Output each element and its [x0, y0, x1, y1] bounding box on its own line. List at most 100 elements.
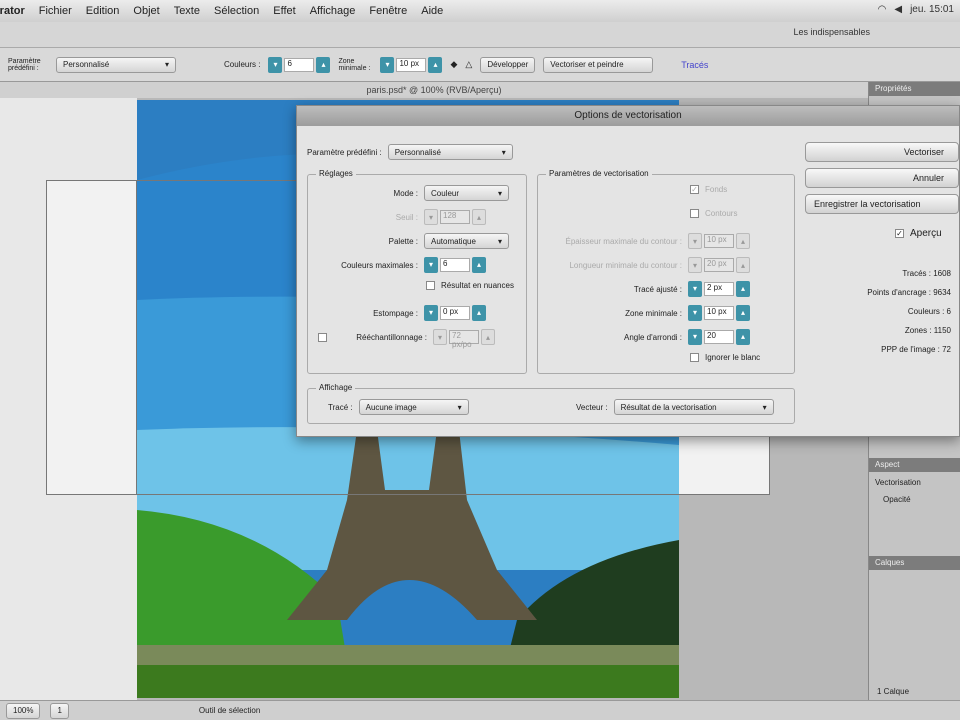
vector-select[interactable]: Résultat de la vectorisation ▾ — [613, 399, 774, 415]
decrement-icon[interactable]: ▾ — [688, 329, 702, 345]
min-area-value[interactable]: 10 px — [704, 306, 734, 320]
increment-icon[interactable]: ▴ — [472, 305, 486, 321]
preview-checkbox[interactable]: ✓ — [895, 229, 904, 238]
chevron-down-icon: ▾ — [497, 188, 502, 198]
preview-label: Aperçu — [910, 228, 942, 239]
ignore-white-checkbox[interactable] — [690, 353, 699, 362]
preset-select[interactable]: Personnalisé ▾ — [56, 56, 176, 73]
stat-paths: Tracés : 1608 — [902, 269, 951, 278]
zoom-select[interactable]: 100% — [6, 702, 41, 719]
decrement-icon[interactable]: ▾ — [688, 281, 702, 297]
corner-angle-stepper[interactable]: ▾ 20 ▴ — [688, 329, 750, 345]
fills-checkbox[interactable]: ✓ — [690, 185, 699, 194]
mode-select[interactable]: Couleur ▾ — [424, 185, 509, 201]
increment-icon[interactable]: ▴ — [428, 56, 443, 73]
min-stroke-stepper[interactable]: ▾ 20 px ▴ — [688, 257, 750, 273]
trace-button[interactable]: Vectoriser — [805, 142, 959, 162]
resample-value[interactable]: 72 px/po — [449, 330, 479, 349]
min-area-stepper[interactable]: ▾ 10 px ▴ — [380, 56, 443, 73]
chevron-down-icon: ▾ — [501, 147, 506, 157]
stat-anchors: Points d'ancrage : 9634 — [867, 288, 951, 297]
increment-icon[interactable]: ▴ — [736, 257, 750, 273]
fills-label: Fonds — [705, 185, 728, 194]
increment-icon[interactable]: ▴ — [736, 233, 750, 249]
workspace-switcher[interactable]: Les indispensables — [793, 27, 870, 37]
decrement-icon[interactable]: ▾ — [688, 233, 702, 249]
threshold-value[interactable]: 128 — [440, 210, 470, 224]
clock[interactable]: jeu. 15:01 — [910, 4, 954, 15]
appearance-item[interactable]: Vectorisation — [869, 472, 960, 493]
increment-icon[interactable]: ▴ — [481, 329, 495, 345]
max-stroke-value[interactable]: 10 px — [704, 234, 734, 248]
dialog-min-area-stepper[interactable]: ▾ 10 px ▴ — [688, 305, 750, 321]
threshold-stepper[interactable]: ▾ 128 ▴ — [424, 209, 486, 225]
decrement-icon[interactable]: ▾ — [424, 305, 438, 321]
increment-icon[interactable]: ▴ — [472, 209, 486, 225]
expand-button[interactable]: Développer — [480, 56, 536, 73]
menu-app[interactable]: Illustrator — [0, 5, 25, 17]
blur-value[interactable]: 0 px — [440, 306, 470, 320]
menu-fichier[interactable]: Fichier — [39, 5, 72, 17]
max-colors-stepper[interactable]: ▾ 6 ▴ — [424, 257, 486, 273]
corner-angle-label: Angle d'arrondi : — [623, 332, 682, 342]
panel-tab-properties[interactable]: Propriétés — [869, 82, 960, 96]
menu-affichage[interactable]: Affichage — [310, 5, 356, 17]
menu-fenetre[interactable]: Fenêtre — [369, 5, 407, 17]
palette-select[interactable]: Automatique ▾ — [424, 233, 509, 249]
menu-edition[interactable]: Edition — [86, 5, 120, 17]
page-select[interactable]: 1 — [50, 702, 69, 719]
decrement-icon[interactable]: ▾ — [424, 209, 438, 225]
preset-value: Personnalisé — [63, 60, 110, 69]
menu-objet[interactable]: Objet — [133, 5, 159, 17]
menu-selection[interactable]: Sélection — [214, 5, 259, 17]
paths-link[interactable]: Tracés — [681, 60, 708, 70]
min-stroke-value[interactable]: 20 px — [704, 258, 734, 272]
corner-angle-value[interactable]: 20 — [704, 330, 734, 344]
trace-settings-group: Paramètres de vectorisation ✓ Fonds Conto… — [537, 169, 795, 374]
dialog-title[interactable]: Options de vectorisation — [297, 106, 959, 126]
panel-tab-appearance[interactable]: Aspect — [869, 458, 960, 472]
blur-stepper[interactable]: ▾ 0 px ▴ — [424, 305, 486, 321]
dialog-preset-select[interactable]: Personnalisé ▾ — [387, 144, 513, 160]
raster-select[interactable]: Aucune image ▾ — [358, 399, 469, 415]
min-area-value[interactable]: 10 px — [396, 57, 427, 72]
max-colors-value[interactable]: 6 — [440, 258, 470, 272]
increment-icon[interactable]: ▴ — [736, 329, 750, 345]
wifi-icon[interactable]: ◠ — [878, 4, 887, 15]
tool-status[interactable]: Outil de sélection — [199, 706, 260, 715]
swatches-checkbox[interactable] — [426, 281, 435, 290]
panel-tab-layers[interactable]: Calques — [869, 556, 960, 570]
path-fit-value[interactable]: 2 px — [704, 282, 734, 296]
document-tab[interactable]: paris.psd* @ 100% (RVB/Aperçu) — [0, 82, 868, 98]
colors-stepper[interactable]: ▾ 6 ▴ — [268, 56, 331, 73]
menu-texte[interactable]: Texte — [174, 5, 200, 17]
increment-icon[interactable]: ▴ — [736, 305, 750, 321]
save-preset-button[interactable]: Enregistrer la vectorisation — [805, 194, 959, 214]
stat-ppi: PPP de l'image : 72 — [881, 345, 951, 354]
increment-icon[interactable]: ▴ — [316, 56, 331, 73]
raster-view-icon[interactable]: ◆ — [450, 59, 457, 70]
menu-aide[interactable]: Aide — [421, 5, 443, 17]
decrement-icon[interactable]: ▾ — [380, 56, 395, 73]
live-paint-button[interactable]: Vectoriser et peindre — [543, 56, 654, 73]
increment-icon[interactable]: ▴ — [736, 281, 750, 297]
strokes-checkbox[interactable] — [690, 209, 699, 218]
decrement-icon[interactable]: ▾ — [433, 329, 447, 345]
view-group: Affichage Tracé : Aucune image ▾ Vecteur :… — [307, 383, 795, 424]
decrement-icon[interactable]: ▾ — [424, 257, 438, 273]
decrement-icon[interactable]: ▾ — [688, 257, 702, 273]
max-stroke-stepper[interactable]: ▾ 10 px ▴ — [688, 233, 750, 249]
colors-value[interactable]: 6 — [284, 57, 315, 72]
resample-checkbox[interactable] — [318, 332, 327, 342]
decrement-icon[interactable]: ▾ — [688, 305, 702, 321]
path-fit-stepper[interactable]: ▾ 2 px ▴ — [688, 281, 750, 297]
menu-effet[interactable]: Effet — [273, 5, 295, 17]
blur-label: Estompage : — [373, 308, 418, 318]
strokes-label: Contours — [705, 209, 738, 218]
vector-view-icon[interactable]: △ — [465, 59, 472, 70]
increment-icon[interactable]: ▴ — [472, 257, 486, 273]
resample-stepper[interactable]: ▾ 72 px/po ▴ — [433, 329, 495, 349]
volume-icon[interactable]: ◀ — [894, 4, 902, 15]
decrement-icon[interactable]: ▾ — [268, 56, 283, 73]
cancel-button[interactable]: Annuler — [805, 168, 959, 188]
